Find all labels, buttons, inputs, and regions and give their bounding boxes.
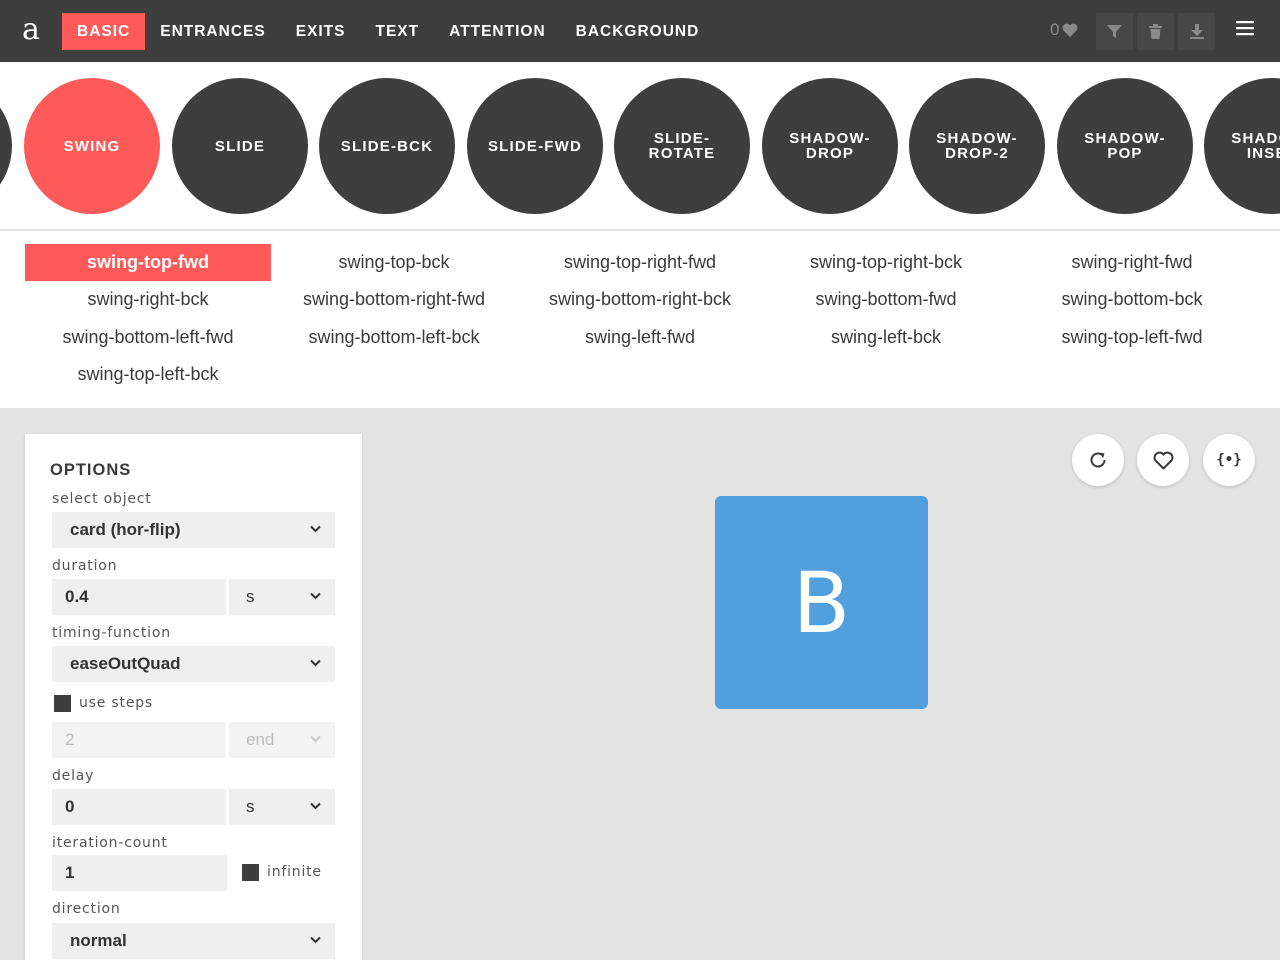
animation-label: SHADOW-INSET	[1231, 130, 1280, 162]
hamburger-menu-icon	[1236, 21, 1254, 36]
variant-item[interactable]: swing-top-left-fwd	[1009, 319, 1255, 356]
chevron-down-icon	[310, 525, 321, 533]
animation-label: SHADOW-DROP	[789, 130, 871, 162]
download-icon	[1189, 24, 1204, 39]
animation-circle-slide-fwd[interactable]: SLIDE-FWD	[467, 78, 603, 214]
delay-label: delay	[52, 768, 95, 784]
variant-item[interactable]: swing-right-bck	[25, 281, 271, 318]
animation-circle-slide[interactable]: SLIDE	[172, 78, 308, 214]
use-steps-checkbox[interactable]	[54, 695, 71, 712]
generate-code-button[interactable]: {•}	[1203, 434, 1255, 486]
animation-label: SLIDE-FWD	[487, 137, 583, 155]
direction-dropdown[interactable]: normal	[52, 923, 335, 959]
favorites-counter[interactable]: 0	[1050, 20, 1078, 40]
delay-input[interactable]: 0	[52, 789, 226, 825]
variant-item[interactable]: swing-left-fwd	[517, 319, 763, 356]
code-icon: {•}	[1216, 452, 1242, 468]
trash-icon	[1149, 24, 1162, 39]
chevron-down-icon	[310, 936, 321, 944]
animation-circle-shadow-inset[interactable]: SHADOW-INSET	[1204, 78, 1280, 214]
nav-tab-attention[interactable]: ATTENTION	[434, 13, 561, 50]
variant-item[interactable]: swing-top-left-bck	[25, 356, 271, 393]
delay-unit-value: s	[246, 797, 255, 816]
download-button[interactable]	[1178, 13, 1215, 50]
animation-circle-swing[interactable]: SWING	[24, 78, 160, 214]
card-letter: B	[792, 553, 851, 652]
duration-label: duration	[52, 558, 118, 574]
animation-label: SLIDE	[214, 137, 266, 155]
direction-label: direction	[52, 901, 121, 917]
steps-position-value: end	[246, 730, 275, 749]
animation-label: SLIDE-ROTATE	[648, 130, 716, 162]
options-panel: OPTIONS select object card (hor-flip) du…	[25, 434, 362, 960]
variant-item[interactable]: swing-top-right-bck	[763, 244, 1009, 281]
duration-unit-dropdown[interactable]: s	[229, 579, 335, 615]
direction-value: normal	[70, 931, 127, 950]
animation-circle-previous[interactable]	[0, 78, 12, 214]
variant-item[interactable]: swing-right-fwd	[1009, 244, 1255, 281]
animation-circle-slide-bck[interactable]: SLIDE-BCK	[319, 78, 455, 214]
timing-function-dropdown[interactable]: easeOutQuad	[52, 646, 335, 682]
chevron-down-icon	[310, 592, 321, 600]
heart-icon	[1063, 23, 1078, 37]
heart-outline-icon	[1153, 451, 1173, 469]
animation-label: SLIDE-BCK	[340, 137, 434, 155]
preview-card: B	[715, 496, 928, 709]
animation-label: SWING	[63, 137, 121, 155]
steps-position-dropdown[interactable]: end	[229, 722, 335, 758]
trash-button[interactable]	[1137, 13, 1174, 50]
variant-item[interactable]: swing-top-right-fwd	[517, 244, 763, 281]
animation-circle-slide-rotate[interactable]: SLIDE-ROTATE	[614, 78, 750, 214]
variant-item[interactable]: swing-top-bck	[271, 244, 517, 281]
variant-item[interactable]: swing-bottom-bck	[1009, 281, 1255, 318]
nav-tab-text[interactable]: TEXT	[360, 13, 434, 50]
replay-button[interactable]	[1072, 434, 1124, 486]
variant-item[interactable]: swing-left-bck	[763, 319, 1009, 356]
animation-circle-shadow-pop[interactable]: SHADOW-POP	[1057, 78, 1193, 214]
variant-item[interactable]: swing-bottom-left-bck	[271, 319, 517, 356]
variant-list: swing-top-fwd swing-top-bck swing-top-ri…	[0, 231, 1280, 408]
select-object-dropdown[interactable]: card (hor-flip)	[52, 512, 335, 548]
nav-tab-entrances[interactable]: ENTRANCES	[145, 13, 280, 50]
duration-unit-value: s	[246, 587, 255, 606]
favorite-button[interactable]	[1137, 434, 1189, 486]
variant-item-swing-top-fwd[interactable]: swing-top-fwd	[25, 244, 271, 281]
animation-label: SHADOW-POP	[1084, 130, 1166, 162]
use-steps-label: use steps	[79, 695, 154, 711]
variant-item[interactable]: swing-bottom-right-bck	[517, 281, 763, 318]
nav-tab-basic[interactable]: BASIC	[62, 13, 146, 50]
nav-tab-background[interactable]: BACKGROUND	[561, 13, 715, 50]
hamburger-menu-button[interactable]	[1236, 20, 1262, 42]
steps-count-input[interactable]: 2	[52, 722, 226, 758]
infinite-label: infinite	[267, 864, 322, 880]
chevron-down-icon	[310, 802, 321, 810]
app-logo[interactable]: a	[18, 12, 44, 48]
iteration-count-label: iteration-count	[52, 835, 168, 851]
duration-input[interactable]: 0.4	[52, 579, 226, 615]
variant-item[interactable]: swing-bottom-left-fwd	[25, 319, 271, 356]
chevron-down-icon	[310, 659, 321, 667]
infinite-checkbox[interactable]	[242, 864, 259, 881]
select-object-label: select object	[52, 491, 152, 507]
filter-icon	[1107, 25, 1122, 38]
filter-button[interactable]	[1096, 13, 1133, 50]
variant-item[interactable]: swing-bottom-right-fwd	[271, 281, 517, 318]
chevron-down-icon	[310, 735, 321, 743]
animation-circle-shadow-drop-2[interactable]: SHADOW-DROP-2	[909, 78, 1045, 214]
animation-carousel: SWING SLIDE SLIDE-BCK SLIDE-FWD SLIDE-RO…	[0, 62, 1280, 230]
iteration-count-input[interactable]: 1	[52, 855, 227, 891]
select-object-value: card (hor-flip)	[70, 520, 181, 539]
animation-label: SHADOW-DROP-2	[936, 130, 1018, 162]
options-title: OPTIONS	[50, 461, 132, 479]
animation-circle-shadow-drop[interactable]: SHADOW-DROP	[762, 78, 898, 214]
top-navbar: a BASIC ENTRANCES EXITS TEXT ATTENTION B…	[0, 0, 1280, 62]
timing-function-label: timing-function	[52, 625, 171, 641]
variant-item[interactable]: swing-bottom-fwd	[763, 281, 1009, 318]
nav-tab-exits[interactable]: EXITS	[281, 13, 361, 50]
category-nav: BASIC ENTRANCES EXITS TEXT ATTENTION BAC…	[62, 13, 714, 50]
delay-unit-dropdown[interactable]: s	[229, 789, 335, 825]
favorites-count: 0	[1050, 20, 1060, 39]
refresh-icon	[1090, 452, 1106, 468]
timing-function-value: easeOutQuad	[70, 654, 181, 673]
